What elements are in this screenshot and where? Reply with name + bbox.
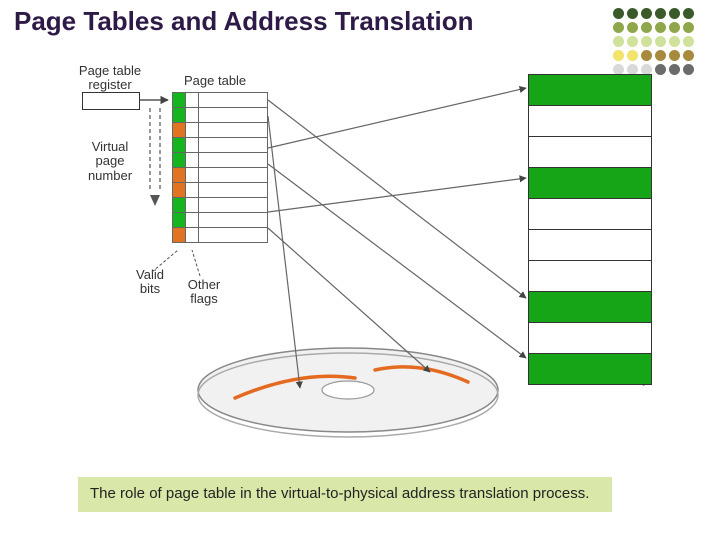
decorative-dot-grid (613, 8, 694, 75)
page-table-register-box (82, 92, 140, 110)
page-table-label: Page table (184, 74, 246, 88)
virtual-page-number-label: Virtualpagenumber (84, 140, 136, 183)
main-memory (528, 74, 652, 385)
slide-caption: The role of page table in the virtual-to… (78, 477, 612, 512)
page-table (172, 92, 268, 243)
valid-bits-label: Validbits (130, 268, 170, 297)
page-table-register-label: Page tableregister (70, 64, 150, 93)
other-flags-label: Otherflags (184, 278, 224, 307)
slide-title: Page Tables and Address Translation (14, 6, 473, 37)
